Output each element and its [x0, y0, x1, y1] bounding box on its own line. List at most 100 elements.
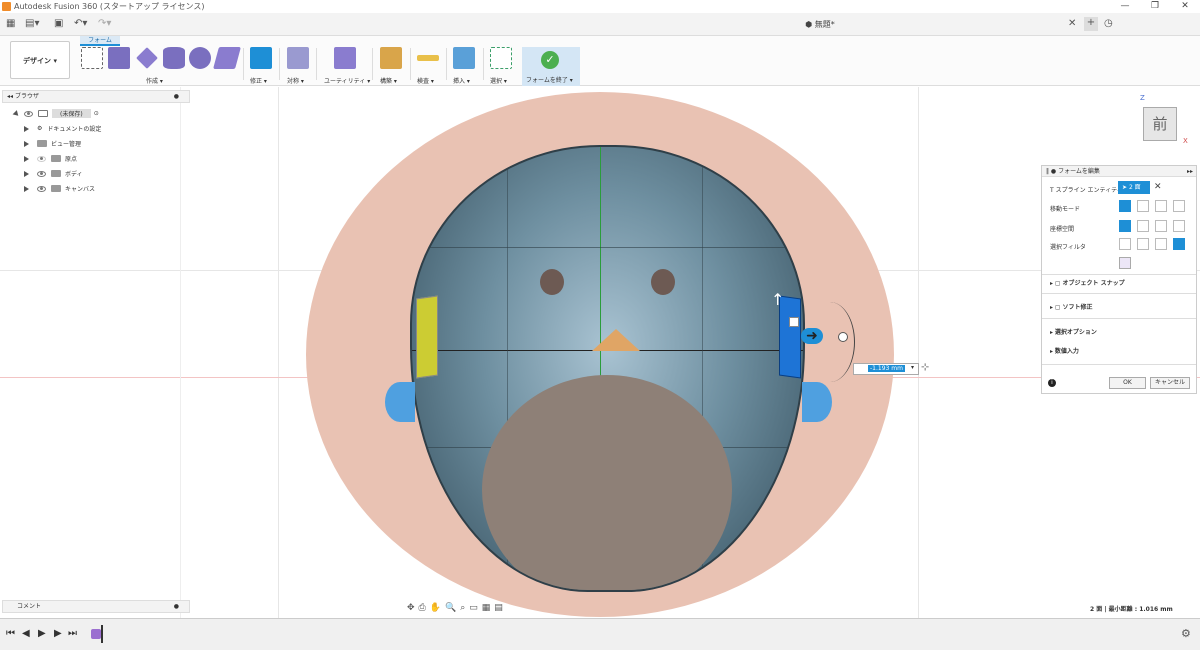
edit-form-icon[interactable] [250, 47, 272, 69]
scale-icon[interactable] [1173, 200, 1185, 212]
measure-icon[interactable]: ⊹ [921, 362, 929, 373]
finish-form-button[interactable]: ✓ フォームを終了 ▾ [522, 47, 580, 86]
tab-form[interactable]: フォーム [80, 36, 120, 46]
inspect-icon[interactable] [417, 55, 439, 61]
go-to-start-icon[interactable]: ⏮ [6, 628, 15, 639]
filter-edge-icon[interactable] [1137, 238, 1149, 250]
box-sketch-icon[interactable] [81, 47, 103, 69]
comment-panel[interactable]: コメント ● [2, 600, 190, 613]
symmetry-menu[interactable]: 対称 ▾ [287, 76, 304, 85]
minimize-button[interactable]: — [1110, 0, 1140, 13]
filter-vertex-icon[interactable] [1119, 238, 1131, 250]
timeline-feature-form[interactable] [91, 629, 101, 639]
browser-item-root[interactable]: (未保存) ⊙ [12, 107, 99, 120]
dimension-dropdown-icon[interactable]: ▾ [911, 364, 914, 371]
plane-icon[interactable] [136, 47, 158, 69]
active-radio-icon[interactable]: ⊙ [94, 110, 99, 117]
modify-menu[interactable]: 修正 ▾ [250, 76, 267, 85]
redo-icon[interactable]: ↷▾ [98, 18, 111, 30]
visibility-icon[interactable] [24, 110, 33, 117]
timeline-marker[interactable] [101, 625, 103, 643]
sphere-icon[interactable] [189, 47, 211, 69]
insert-menu[interactable]: 挿入 ▾ [453, 76, 470, 85]
step-back-icon[interactable]: ◀ [22, 628, 30, 639]
select-options-section[interactable]: ▸ 選択オプション [1050, 327, 1097, 336]
orbit-icon[interactable]: ✥ [407, 603, 415, 613]
manipulator-center[interactable] [789, 317, 799, 327]
ok-button[interactable]: OK [1109, 377, 1146, 389]
browser-item-origin[interactable]: 原点 [24, 152, 77, 165]
expand-icon[interactable] [24, 155, 29, 162]
soft-modify-section[interactable]: ▸ ▢ ソフト修正 [1050, 302, 1093, 311]
viewcube[interactable]: 前 [1143, 107, 1177, 141]
local-space-icon[interactable] [1155, 220, 1167, 232]
selected-face-left[interactable] [416, 295, 438, 379]
canvas-viewport[interactable]: ↑ ➜ -1.193 mm ▾ ⊹ ◂◂ ブラウザ ● (未保存) ⊙ ⚙ ドキ… [0, 87, 1200, 618]
timeline-settings-gear-icon[interactable]: ⚙ [1181, 627, 1191, 640]
maximize-button[interactable]: ❐ [1140, 0, 1170, 13]
document-tab[interactable]: ⬢ 無題* [560, 13, 1080, 36]
collapse-icon[interactable]: ◂◂ [7, 93, 15, 100]
grid-settings-icon[interactable]: ▦ [482, 603, 491, 613]
filter-face-icon[interactable] [1155, 238, 1167, 250]
expand-icon[interactable] [24, 185, 29, 192]
tspline-body[interactable] [410, 145, 805, 592]
symmetry-icon[interactable] [287, 47, 309, 69]
workspace-switcher[interactable]: デザイン ▾ [10, 41, 70, 79]
face-count-chip[interactable]: ➤ 2 面 [1118, 181, 1150, 194]
new-tab-icon[interactable]: + [1084, 17, 1098, 31]
utilities-menu[interactable]: ユーティリティ ▾ [324, 76, 370, 85]
dimension-value[interactable]: -1.193 mm [868, 365, 905, 372]
view-space-icon[interactable] [1137, 220, 1149, 232]
pan-icon[interactable]: ✋ [430, 603, 441, 613]
rotate-icon[interactable] [1155, 200, 1167, 212]
look-at-icon[interactable]: ⎙ [419, 603, 426, 613]
select-icon[interactable] [490, 47, 512, 69]
object-snap-section[interactable]: ▸ ▢ オブジェクト スナップ [1050, 278, 1125, 287]
panel-expand-icon[interactable]: ▸▸ [1187, 166, 1193, 177]
cylinder-icon[interactable] [163, 47, 185, 69]
world-space-icon[interactable] [1119, 220, 1131, 232]
manipulator-arrow-up[interactable]: ↑ [771, 290, 784, 309]
filter-all-icon[interactable] [1173, 238, 1185, 250]
browser-pin-icon[interactable]: ● [174, 91, 179, 102]
expand-icon[interactable] [24, 140, 29, 147]
select-menu[interactable]: 選択 ▾ [490, 76, 507, 85]
info-icon[interactable]: i [1048, 379, 1056, 387]
expand-icon[interactable] [24, 125, 29, 132]
go-to-end-icon[interactable]: ⏭ [68, 628, 77, 639]
visibility-icon[interactable] [37, 185, 46, 192]
multi-move-icon[interactable] [1119, 200, 1131, 212]
step-forward-icon[interactable]: ▶ [54, 628, 62, 639]
translate-icon[interactable] [1137, 200, 1149, 212]
zoom-icon[interactable]: 🔍 [445, 603, 456, 613]
create-menu[interactable]: 作成 ▾ [146, 76, 163, 85]
numeric-input-section[interactable]: ▸ 数値入力 [1050, 346, 1079, 355]
construct-icon[interactable] [380, 47, 402, 69]
expand-icon[interactable] [12, 109, 21, 118]
browser-item-bodies[interactable]: ボディ [24, 167, 83, 180]
comment-add-icon[interactable]: ● [174, 601, 179, 612]
normal-space-icon[interactable] [1173, 220, 1185, 232]
tab-close-icon[interactable]: ✕ [1068, 18, 1076, 30]
box-icon[interactable] [108, 47, 130, 69]
browser-item-canvases[interactable]: キャンバス [24, 182, 95, 195]
save-icon[interactable]: ▣ [54, 18, 63, 30]
torus-icon[interactable] [213, 47, 241, 69]
close-button[interactable]: ✕ [1170, 0, 1200, 13]
utilities-icon[interactable] [334, 47, 356, 69]
construct-menu[interactable]: 構築 ▾ [380, 76, 397, 85]
browser-item-document-settings[interactable]: ⚙ ドキュメントの設定 [24, 122, 101, 135]
play-icon[interactable]: ▶ [38, 628, 46, 639]
file-menu-icon[interactable]: ▤▾ [25, 18, 39, 30]
fit-icon[interactable]: ⌕ [460, 603, 465, 613]
filter-body-icon[interactable] [1119, 257, 1131, 269]
viewports-icon[interactable]: ▤ [494, 603, 503, 613]
expand-icon[interactable] [24, 170, 29, 177]
visibility-icon[interactable] [37, 170, 46, 177]
insert-image-icon[interactable] [453, 47, 475, 69]
clock-icon[interactable]: ◷ [1104, 18, 1113, 30]
display-settings-icon[interactable]: ▭ [469, 603, 478, 613]
visibility-off-icon[interactable] [37, 155, 46, 162]
undo-icon[interactable]: ↶▾ [74, 18, 87, 30]
